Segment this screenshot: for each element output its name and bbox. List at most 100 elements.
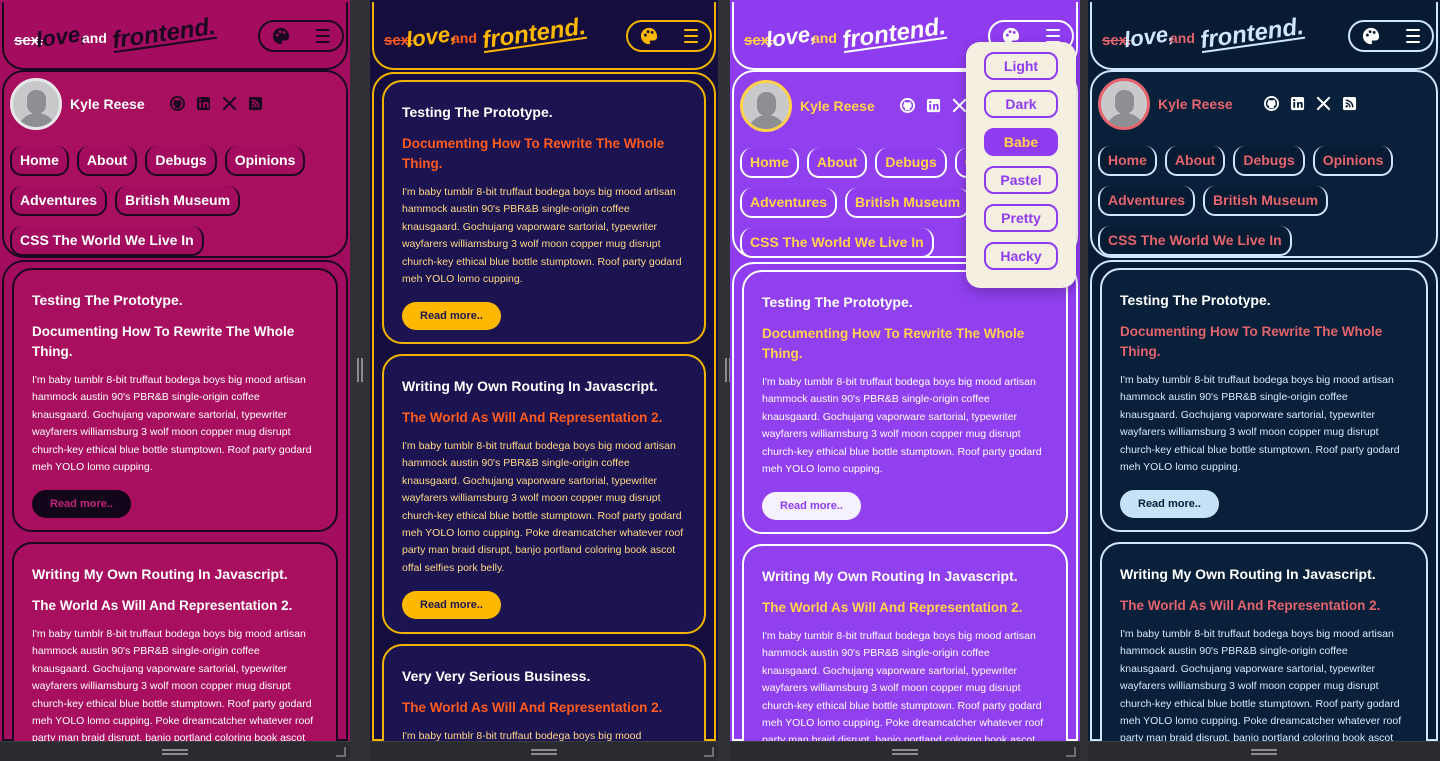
nav-link-british-museum[interactable]: British Museum [115,186,241,216]
hamburger-menu-icon[interactable] [1046,29,1060,43]
rss-icon[interactable] [248,96,263,111]
post-title[interactable]: Testing The Prototype. [1120,292,1408,308]
post-excerpt: I'm baby tumblr 8-bit truffaut bodega bo… [32,628,314,741]
post-card: Writing My Own Routing In Javascript. Th… [382,354,706,634]
post-title[interactable]: Very Very Serious Business. [402,668,686,684]
read-more-button[interactable]: Read more.. [402,302,501,331]
post-card: Testing The Prototype. Documenting How T… [382,80,706,344]
nav-link-opinions[interactable]: Opinions [1312,146,1394,176]
logo-love: love, [764,20,818,53]
theme-option-dark[interactable]: Dark [984,90,1058,118]
post-subtitle: The World As Will And Representation 2. [32,598,293,613]
nav-link-about[interactable]: About [76,146,138,176]
logo-and: and [82,30,107,46]
avatar [1098,78,1150,130]
social-links [170,96,263,112]
nav-link-home[interactable]: Home [740,148,799,178]
post-title[interactable]: Testing The Prototype. [402,104,686,120]
hamburger-menu-icon[interactable] [684,29,698,43]
logo-love: love, [34,20,88,53]
avatar [740,80,792,132]
avatar [10,78,62,130]
nav-link-about[interactable]: About [1164,146,1226,176]
social-links [900,98,967,114]
nav-link-adventures[interactable]: Adventures [10,186,108,216]
github-icon[interactable] [1264,96,1279,111]
pane-resize-bar[interactable] [1088,741,1440,761]
logo-frontend: frontend. [110,12,218,55]
site-logo[interactable]: sex. love, and frontend. [384,13,604,58]
nav-link-css-world[interactable]: CSS The World We Live In [1098,226,1292,256]
site-logo[interactable]: sex. love, and frontend. [14,13,234,58]
theme-option-light[interactable]: Light [984,52,1058,80]
site-logo[interactable]: sex. love, and frontend. [744,13,964,58]
pane-divider[interactable] [1080,0,1088,761]
post-excerpt: I'm baby tumblr 8-bit truffaut bodega bo… [762,630,1044,741]
post-subtitle: Documenting How To Rewrite The Whole Thi… [762,326,1025,361]
post-title[interactable]: Writing My Own Routing In Javascript. [1120,566,1408,582]
nav-link-british-museum[interactable]: British Museum [845,188,971,218]
x-icon[interactable] [952,98,967,113]
nav-link-adventures[interactable]: Adventures [740,188,838,218]
nav-link-home[interactable]: Home [1098,146,1157,176]
post-subtitle: Documenting How To Rewrite The Whole Thi… [32,324,295,359]
hamburger-menu-icon[interactable] [1406,29,1420,43]
post-title[interactable]: Testing The Prototype. [762,294,1048,310]
post-title[interactable]: Writing My Own Routing In Javascript. [762,568,1048,584]
theme-option-hacky[interactable]: Hacky [984,242,1058,270]
linkedin-icon[interactable] [926,98,941,113]
social-links [1264,96,1357,112]
post-title[interactable]: Writing My Own Routing In Javascript. [402,378,686,394]
palette-icon[interactable] [272,27,290,45]
nav-link-british-museum[interactable]: British Museum [1203,186,1329,216]
pane-resize-bar[interactable] [730,741,1080,761]
post-subtitle: Documenting How To Rewrite The Whole Thi… [402,136,665,171]
x-icon[interactable] [1316,96,1331,111]
read-more-button[interactable]: Read more.. [762,492,861,521]
github-icon[interactable] [900,98,915,113]
theme-menu: Light Dark Babe Pastel Pretty Hacky [966,42,1076,288]
rss-icon[interactable] [1342,96,1357,111]
nav-link-debugs[interactable]: Debugs [145,146,217,176]
read-more-button[interactable]: Read more.. [1120,490,1219,519]
theme-option-pretty[interactable]: Pretty [984,204,1058,232]
preview-pane-babe: sex. love, and frontend. Kyle Reese Home… [730,0,1080,761]
palette-icon[interactable] [1362,27,1380,45]
post-feed: Testing The Prototype. Documenting How T… [372,72,716,741]
hamburger-menu-icon[interactable] [316,29,330,43]
site-logo[interactable]: sex. love, and frontend. [1102,13,1322,58]
post-card: Writing My Own Routing In Javascript. Th… [12,542,338,741]
post-subtitle: The World As Will And Representation 2. [402,410,663,425]
read-more-button[interactable]: Read more.. [402,591,501,620]
post-title[interactable]: Testing The Prototype. [32,292,318,308]
linkedin-icon[interactable] [196,96,211,111]
nav-link-about[interactable]: About [806,148,868,178]
palette-icon[interactable] [640,27,658,45]
logo-and: and [452,30,477,46]
post-feed: Testing The Prototype. Documenting How T… [2,260,348,741]
pane-divider[interactable] [350,0,370,761]
theme-option-babe[interactable]: Babe [984,128,1058,156]
header-controls [1348,20,1434,52]
logo-frontend: frontend. [1198,12,1306,55]
nav-link-debugs[interactable]: Debugs [875,148,947,178]
github-icon[interactable] [170,96,185,111]
post-card: Testing The Prototype. Documenting How T… [742,270,1068,534]
linkedin-icon[interactable] [1290,96,1305,111]
nav-link-home[interactable]: Home [10,146,69,176]
pane-resize-bar[interactable] [0,741,350,761]
post-title[interactable]: Writing My Own Routing In Javascript. [32,566,318,582]
post-excerpt: I'm baby tumblr 8-bit truffaut bodega bo… [762,376,1042,476]
x-icon[interactable] [222,96,237,111]
post-feed: Testing The Prototype. Documenting How T… [1090,260,1438,741]
profile-name: Kyle Reese [1158,96,1233,112]
nav-link-adventures[interactable]: Adventures [1098,186,1196,216]
nav-link-debugs[interactable]: Debugs [1233,146,1305,176]
read-more-button[interactable]: Read more.. [32,490,131,519]
nav-link-opinions[interactable]: Opinions [224,146,306,176]
pane-resize-bar[interactable] [370,741,718,761]
logo-love: love, [1122,20,1176,53]
nav-link-css-world[interactable]: CSS The World We Live In [740,228,934,258]
theme-option-pastel[interactable]: Pastel [984,166,1058,194]
nav-link-css-world[interactable]: CSS The World We Live In [10,226,204,256]
